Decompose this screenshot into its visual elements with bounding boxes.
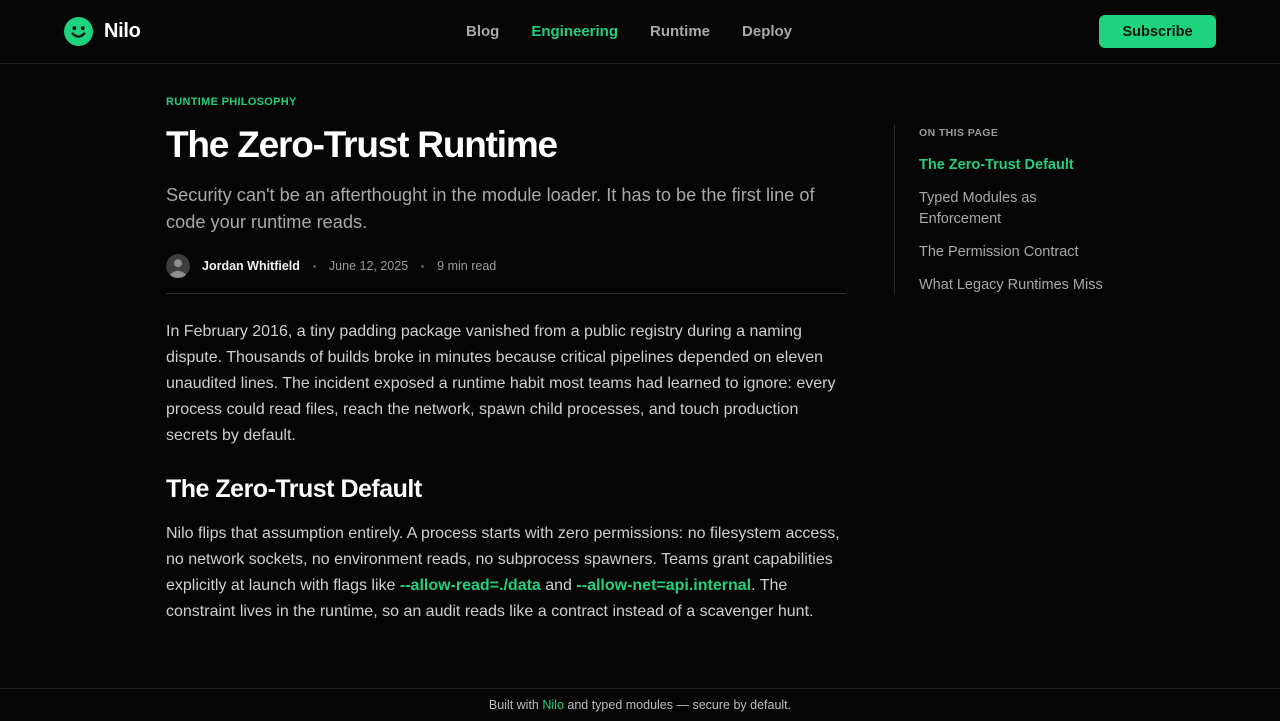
author-name[interactable]: Jordan Whitfield xyxy=(202,259,300,273)
section-heading: The Zero-Trust Default xyxy=(166,475,422,503)
article-kicker: RUNTIME PHILOSOPHY xyxy=(166,96,297,108)
nav-link-deploy[interactable]: Deploy xyxy=(742,23,792,40)
nav-link-blog[interactable]: Blog xyxy=(466,23,499,40)
nav-link-runtime[interactable]: Runtime xyxy=(650,23,710,40)
nav-link-engineering[interactable]: Engineering xyxy=(531,23,618,40)
site-header: Nilo Blog Engineering Runtime Deploy Sub… xyxy=(0,0,1280,64)
footer-text: Built with xyxy=(488,698,543,712)
flag-allow-net: --allow-net=api.internal xyxy=(576,577,752,594)
article-title: The Zero-Trust Runtime xyxy=(166,124,558,165)
footer-text: and typed modules — secure by default. xyxy=(563,698,792,712)
article: RUNTIME PHILOSOPHY The Zero-Trust Runtim… xyxy=(166,96,846,625)
toc-item-legacy-runtimes[interactable]: What Legacy Runtimes Miss xyxy=(919,275,1109,296)
site-footer: Built with Nilo and typed modules — secu… xyxy=(0,688,1280,720)
subscribe-button[interactable]: Subscribe xyxy=(1099,15,1216,48)
publish-date: June 12, 2025 xyxy=(328,259,409,273)
table-of-contents: ON THIS PAGE The Zero-Trust Default Type… xyxy=(894,125,1134,295)
meta-separator xyxy=(312,264,316,268)
toc-list: The Zero-Trust Default Typed Modules as … xyxy=(919,155,1134,296)
read-time: 9 min read xyxy=(437,259,497,273)
brand-name: Nilo xyxy=(104,20,141,42)
meta-separator xyxy=(421,264,425,268)
section-text: and xyxy=(540,577,577,594)
smiley-logo-icon xyxy=(64,17,93,46)
toc-item-zero-trust-default[interactable]: The Zero-Trust Default xyxy=(919,155,1109,176)
author-avatar-icon xyxy=(166,254,190,278)
section-paragraph: Nilo flips that assumption entirely. A p… xyxy=(166,521,846,625)
toc-item-typed-modules[interactable]: Typed Modules as Enforcement xyxy=(919,188,1109,230)
brand-logo[interactable]: Nilo xyxy=(64,17,141,46)
article-divider xyxy=(166,293,846,294)
intro-paragraph: In February 2016, a tiny padding package… xyxy=(166,323,836,444)
article-meta: Jordan Whitfield June 12, 2025 9 min rea… xyxy=(166,253,846,279)
toc-heading: ON THIS PAGE xyxy=(919,127,999,139)
article-subtitle: Security can't be an afterthought in the… xyxy=(166,185,815,232)
main-nav: Blog Engineering Runtime Deploy xyxy=(466,23,824,40)
footer-link-nilo[interactable]: Nilo xyxy=(542,698,564,712)
flag-allow-read: --allow-read=./data xyxy=(399,577,541,594)
toc-item-permission-contract[interactable]: The Permission Contract xyxy=(919,242,1109,263)
